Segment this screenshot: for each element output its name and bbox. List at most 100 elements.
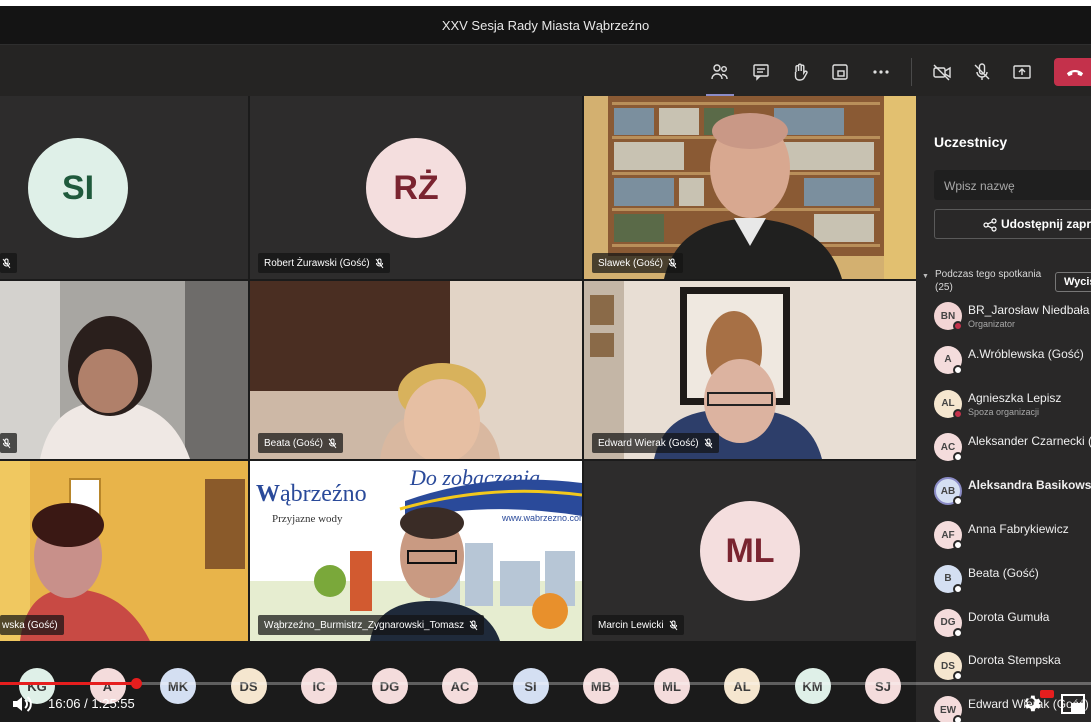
video-frame [0, 281, 248, 459]
participant-avatar[interactable]: KM [794, 668, 831, 704]
progress-played [0, 682, 137, 685]
participant-nametag: Wąbrzeźno_Burmistrz_Zygnarowski_Tomasz [258, 615, 485, 635]
participant-search-input[interactable]: Wpisz nazwę [934, 170, 1091, 200]
camera-off-icon[interactable] [929, 59, 955, 85]
video-frame [584, 96, 916, 279]
participant-avatar[interactable]: AC [442, 668, 478, 704]
slide-url: www.wabrzezno.com [502, 513, 582, 523]
participant-role: Spoza organizacji [968, 406, 1040, 417]
participant-name: Anna Fabrykiewicz [968, 522, 1069, 536]
slide-logo: Wąbrzeźno [256, 481, 367, 508]
share-invite-label: Udostępnij zapro [1001, 217, 1091, 231]
presence-status-icon [953, 627, 963, 638]
participant-avatar[interactable]: DG [371, 668, 408, 704]
mic-off-icon [2, 438, 11, 449]
participant-name: A.Wróblewska (Gość) [968, 346, 1084, 361]
share-invite-button[interactable]: Udostępnij zapro [934, 209, 1091, 239]
presence-status-icon [953, 408, 963, 419]
participant-avatar[interactable]: AL [724, 668, 760, 704]
participant-nametag [0, 433, 17, 453]
video-frame [0, 461, 248, 641]
participant-list-item[interactable]: BN BR_Jarosław Niedbała Organizator [934, 298, 1091, 338]
participant-video-tile[interactable]: Edward Wierak (Gość) [584, 281, 916, 459]
collapse-caret-icon: ▼ [922, 273, 929, 280]
participant-nametag: Slawek (Gość) [592, 253, 684, 273]
participant-avatar[interactable]: IC [301, 668, 337, 704]
avatar: SI [28, 138, 128, 238]
participant-avatar[interactable]: MK [160, 668, 196, 704]
participant-video-tile[interactable]: Slawek (Gość) [584, 96, 916, 279]
chat-icon[interactable] [748, 59, 774, 85]
participant-list-item[interactable]: AL Agnieszka Lepisz Spoza organizacji [934, 386, 1091, 426]
participant-nametag: wska (Gość) [0, 615, 64, 635]
participant-list-item[interactable]: A A.Wróblewska (Gość) [934, 342, 1091, 382]
presence-status-icon [953, 671, 963, 682]
participants-section-header[interactable]: ▼ Podczas tego spotkania (25) [922, 268, 1041, 294]
participant-name: Wąbrzeźno_Burmistrz_Zygnarowski_Tomasz [264, 619, 465, 631]
people-icon[interactable] [707, 59, 733, 85]
participant-avatar[interactable]: SJ [865, 668, 901, 704]
window-title-bar: XXV Sesja Rady Miasta Wąbrzeźno [0, 6, 1091, 44]
participant-avatar[interactable]: MB [583, 668, 619, 704]
presence-status-icon [953, 452, 963, 463]
participant-nametag: Beata (Gość) [258, 433, 343, 453]
mic-off-icon[interactable] [969, 59, 995, 85]
participant-nametag [0, 253, 17, 273]
participant-list-item[interactable]: B Beata (Gość) [934, 561, 1091, 601]
mute-all-button[interactable]: Wycis [1055, 272, 1091, 292]
volume-icon[interactable] [10, 692, 34, 716]
participant-name: Agnieszka Lepisz [968, 390, 1062, 405]
progress-track[interactable] [0, 682, 1091, 685]
slide-logo-letter: W [256, 481, 280, 507]
hang-up-button[interactable] [1054, 58, 1091, 86]
participant-tile[interactable]: ML Marcin Lewicki [584, 461, 916, 641]
mic-off-icon [668, 258, 677, 269]
share-icon [983, 218, 997, 232]
meeting-title: XXV Sesja Rady Miasta Wąbrzeźno [441, 17, 650, 33]
miniplayer-icon[interactable] [1060, 693, 1086, 715]
presence-status-icon [953, 364, 963, 375]
slide-tagline: Przyjazne wody [272, 513, 343, 525]
participant-name: Beata (Gość) [264, 437, 323, 449]
toolbar-divider [911, 58, 912, 86]
participant-list-item[interactable]: ABAleksandra Basikowska [934, 473, 1091, 513]
participant-list-item[interactable]: AF Anna Fabrykiewicz [934, 517, 1091, 557]
breakout-rooms-icon[interactable] [827, 59, 853, 85]
hang-up-icon [1066, 69, 1084, 76]
mic-off-icon [375, 258, 384, 269]
mic-off-icon [669, 620, 678, 631]
participant-name: Robert Żurawski (Gość) [264, 257, 370, 269]
share-tray-icon[interactable] [1009, 59, 1035, 85]
participant-video-tile[interactable]: wska (Gość) [0, 461, 248, 641]
participant-list-item[interactable]: DG Dorota Gumuła [934, 605, 1091, 645]
more-options-icon[interactable] [868, 59, 894, 85]
participant-name: Beata (Gość) [968, 565, 1039, 580]
presence-status-icon [953, 321, 963, 331]
mic-off-icon [328, 438, 337, 449]
participant-tile[interactable]: RŻ Robert Żurawski (Gość) [250, 96, 582, 279]
participant-video-tile[interactable] [0, 281, 248, 459]
raise-hand-icon[interactable] [787, 59, 813, 85]
participants-panel: Uczestnicy Wpisz nazwę Udostępnij zapro … [916, 96, 1091, 722]
mic-off-icon [2, 258, 11, 269]
participant-avatar[interactable]: DS [230, 668, 267, 704]
participant-name: Aleksander Czarnecki (G [968, 434, 1091, 449]
participant-video-tile[interactable]: Wąbrzeźno Przyjazne wody Do zobaczenia w… [250, 461, 582, 641]
participant-nametag: Edward Wierak (Gość) [592, 433, 719, 453]
participant-name: Aleksandra Basikowska [968, 478, 1091, 493]
section-count: (25) [935, 282, 953, 293]
participant-role: Organizator [968, 319, 1016, 329]
participant-avatar[interactable]: SI [512, 668, 549, 704]
participant-name: Marcin Lewicki [598, 619, 664, 631]
participant-list-item[interactable]: AC Aleksander Czarnecki (G [934, 429, 1091, 469]
teams-meeting-window: XXV Sesja Rady Miasta Wąbrzeźno SI RŻ Ro… [0, 6, 1091, 722]
section-label: Podczas tego spotkania [935, 269, 1042, 280]
participant-name: Edward Wierak (Gość) [598, 437, 699, 449]
video-grid: SI RŻ Robert Żurawski (Gość) Slawek (Goś… [0, 96, 916, 641]
time-display: 16:06 / 1:25:55 [48, 696, 135, 711]
participant-avatar[interactable]: ML [653, 668, 690, 704]
participant-tile[interactable]: SI [0, 96, 248, 279]
presence-status-icon [953, 583, 963, 594]
participant-nametag: Robert Żurawski (Gość) [258, 253, 390, 273]
participant-video-tile[interactable]: Beata (Gość) [250, 281, 582, 459]
